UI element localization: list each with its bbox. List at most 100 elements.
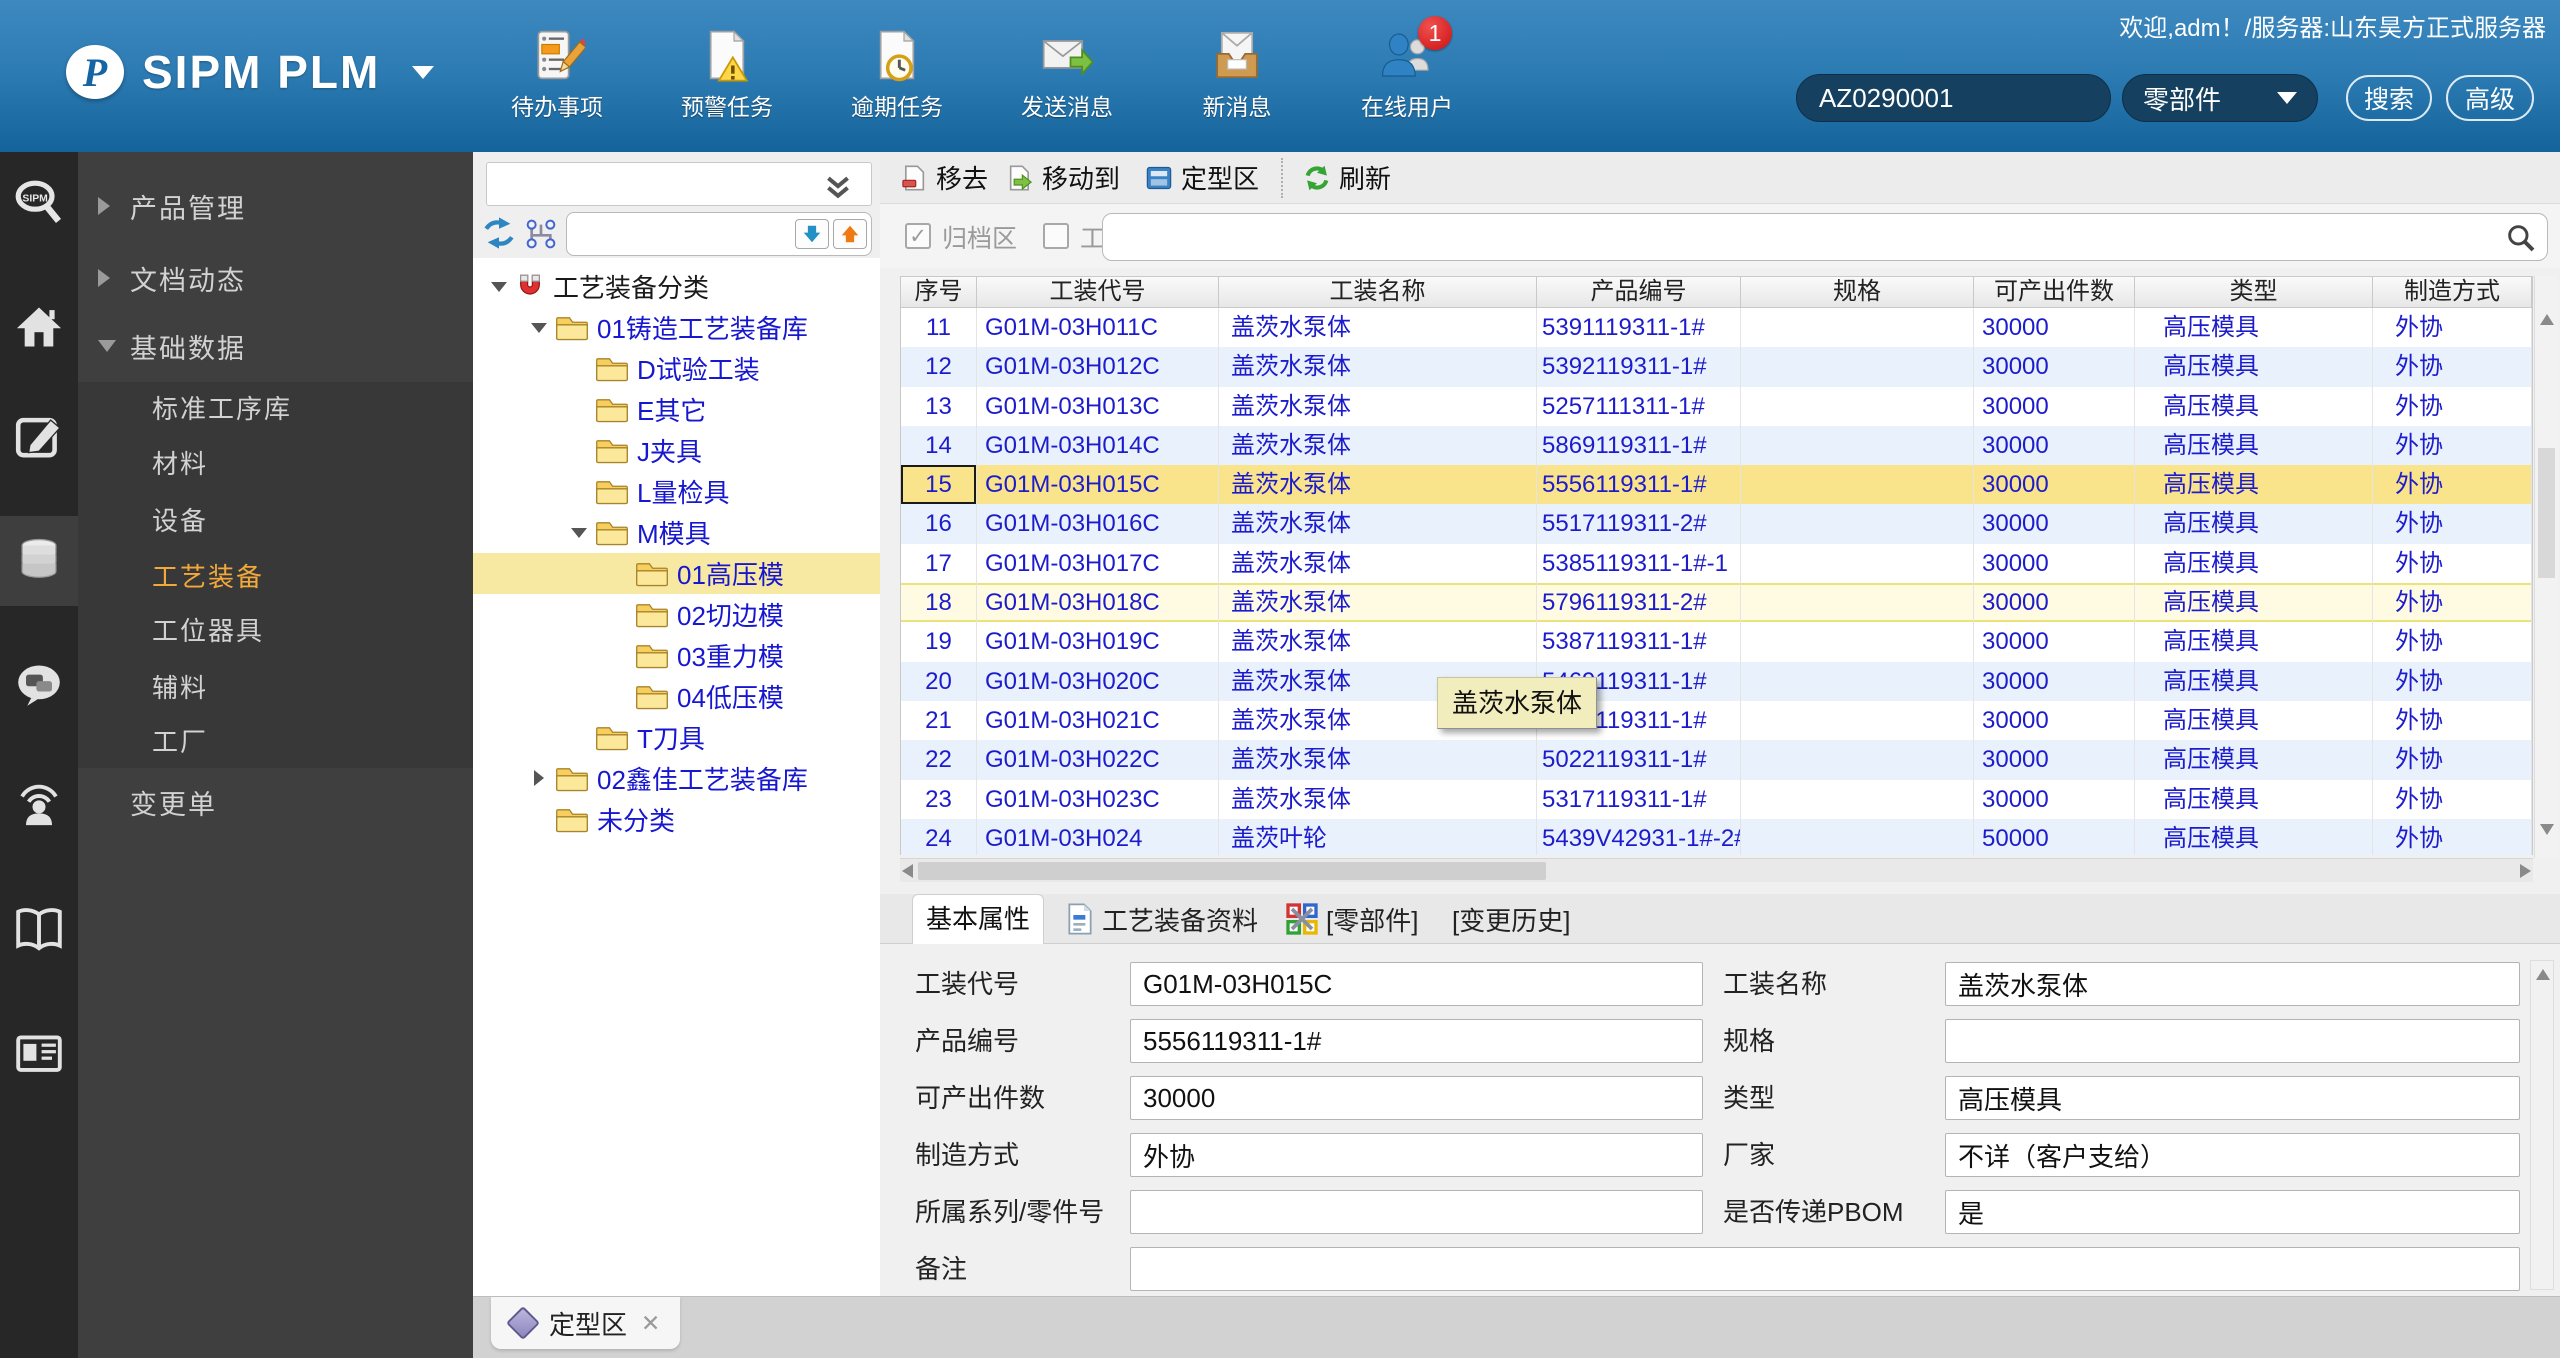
tree-filter-input[interactable] (577, 215, 767, 251)
series-part-no-field[interactable] (1130, 1190, 1703, 1234)
tree-node[interactable]: D试验工装 (473, 348, 880, 389)
move-to-button[interactable]: 移动到 (1006, 159, 1120, 196)
column-header[interactable]: 序号 (901, 277, 977, 307)
table-row[interactable]: 13 G01M-03H013C 盖茨水泵体 5257111311-1# 3000… (901, 386, 2532, 426)
column-header[interactable]: 工装代号 (977, 277, 1219, 307)
search-button[interactable]: 搜索 (2346, 75, 2432, 121)
sidebar-item-equipment[interactable]: 设备 (78, 497, 473, 541)
tree-expander-icon[interactable] (607, 602, 633, 628)
search-category-select[interactable]: 零部件 (2122, 74, 2318, 122)
global-search-input[interactable] (1796, 74, 2111, 122)
online-users-button[interactable]: 1 在线用户 (1322, 16, 1492, 122)
column-header[interactable]: 类型 (2135, 277, 2373, 307)
sidebar-item-change-order[interactable]: 变更单 (78, 780, 473, 824)
sidebar-item-factory[interactable]: 工厂 (78, 718, 473, 762)
table-row[interactable]: 16 G01M-03H016C 盖茨水泵体 5517119311-2# 3000… (901, 504, 2532, 544)
new-messages-button[interactable]: 新消息 (1152, 24, 1322, 122)
tree-node[interactable]: 工艺装备分类 (473, 266, 880, 307)
tree-expander-icon[interactable] (607, 643, 633, 669)
search-icon[interactable] (2505, 222, 2537, 254)
sidebar-item-document-activity[interactable]: 文档动态 (78, 256, 473, 300)
overdue-tasks-button[interactable]: 逾期任务 (812, 24, 982, 122)
tree-expander-icon[interactable] (487, 274, 513, 300)
table-row[interactable]: 19 G01M-03H019C 盖茨水泵体 5387119311-1# 3000… (901, 622, 2532, 662)
tab-change-history[interactable]: [变更历史] (1452, 894, 1570, 944)
table-vertical-scrollbar[interactable] (2534, 276, 2558, 858)
sidebar-item-station-apparatus[interactable]: 工位器具 (78, 607, 473, 651)
tree-node[interactable]: E其它 (473, 389, 880, 430)
table-row[interactable]: 11 G01M-03H011C 盖茨水泵体 5391119311-1# 3000… (901, 308, 2532, 348)
rail-home-button[interactable] (0, 282, 78, 372)
horizontal-scroll-thumb[interactable] (918, 862, 1546, 880)
column-header[interactable]: 规格 (1741, 277, 1974, 307)
tree-expander-icon[interactable] (527, 807, 553, 833)
fixed-zone-button[interactable]: 定型区 (1145, 159, 1259, 196)
table-search-input[interactable] (1117, 218, 2487, 256)
tree-node[interactable]: 02鑫佳工艺装备库 (473, 758, 880, 799)
tab-basic-properties[interactable]: 基本属性 (912, 894, 1044, 944)
tree-node[interactable]: 01铸造工艺装备库 (473, 307, 880, 348)
column-header[interactable]: 可产出件数 (1974, 277, 2135, 307)
warning-tasks-button[interactable]: 预警任务 (642, 24, 812, 122)
close-icon[interactable]: ✕ (641, 1310, 660, 1337)
tree-collapse-bar[interactable] (486, 162, 872, 206)
fixed-zone-tab[interactable]: 定型区 ✕ (491, 1297, 681, 1349)
tree-expander-icon[interactable] (607, 684, 633, 710)
tree-search-down-button[interactable] (795, 219, 829, 249)
refresh-button[interactable]: 刷新 (1303, 159, 1391, 196)
app-logo[interactable]: P SIPM PLM (66, 40, 435, 104)
column-header[interactable]: 产品编号 (1537, 277, 1741, 307)
tree-hierarchy-button[interactable] (525, 218, 557, 255)
scroll-up-icon[interactable] (2536, 969, 2550, 980)
table-row[interactable]: 12 G01M-03H012C 盖茨水泵体 5392119311-1# 3000… (901, 347, 2532, 387)
scroll-down-icon[interactable] (2540, 824, 2554, 835)
type-field[interactable] (1945, 1076, 2520, 1120)
chevron-down-icon[interactable] (412, 65, 435, 79)
tree-node[interactable]: 02切边模 (473, 594, 880, 635)
vertical-scroll-thumb[interactable] (2538, 448, 2555, 578)
tree-node[interactable]: 01高压模 (473, 553, 880, 594)
table-row[interactable]: 18 G01M-03H018C 盖茨水泵体 5796119311-2# 3000… (901, 583, 2532, 623)
rail-idcard-button[interactable] (0, 1008, 78, 1098)
tree-node[interactable]: J夹具 (473, 430, 880, 471)
column-header[interactable]: 制造方式 (2373, 277, 2532, 307)
send-message-button[interactable]: 发送消息 (982, 24, 1152, 122)
table-row[interactable]: 14 G01M-03H014C 盖茨水泵体 5869119311-1# 3000… (901, 425, 2532, 466)
tree-node[interactable]: 未分类 (473, 799, 880, 840)
manufacturer-field[interactable] (1945, 1133, 2520, 1177)
remove-button[interactable]: 移去 (900, 159, 988, 196)
rail-database-button[interactable] (0, 516, 78, 606)
rail-subscribe-button[interactable] (0, 758, 78, 848)
rail-library-button[interactable] (0, 885, 78, 975)
table-row[interactable]: 22 G01M-03H022C 盖茨水泵体 5022119311-1# 3000… (901, 740, 2532, 780)
product-no-field[interactable] (1130, 1019, 1703, 1063)
spec-field[interactable] (1945, 1019, 2520, 1063)
tree-refresh-button[interactable] (481, 216, 517, 255)
tree-node[interactable]: 04低压模 (473, 676, 880, 717)
tooling-name-field[interactable] (1945, 962, 2520, 1006)
sidebar-item-auxiliary-material[interactable]: 辅料 (78, 664, 473, 708)
tree-expander-icon[interactable] (567, 725, 593, 751)
tree-expander-icon[interactable] (567, 438, 593, 464)
work-zone-checkbox[interactable] (1043, 223, 1069, 249)
mfg-mode-field[interactable] (1130, 1133, 1703, 1177)
tree-expander-icon[interactable] (567, 356, 593, 382)
output-qty-field[interactable] (1130, 1076, 1703, 1120)
scroll-left-icon[interactable] (902, 864, 913, 878)
table-horizontal-scrollbar[interactable] (900, 858, 2533, 882)
tree-expander-icon[interactable] (527, 315, 553, 341)
column-header[interactable]: 工装名称 (1219, 277, 1537, 307)
tree-node[interactable]: T刀具 (473, 717, 880, 758)
tree-node[interactable]: 03重力模 (473, 635, 880, 676)
rail-compose-button[interactable] (0, 392, 78, 482)
tab-tooling-documents[interactable]: 工艺装备资料 (1066, 894, 1258, 944)
tree-expander-icon[interactable] (567, 479, 593, 505)
table-row[interactable]: 17 G01M-03H017C 盖茨水泵体 5385119311-1#-1 30… (901, 543, 2532, 584)
table-row[interactable]: 21 G01M-03H021C 盖茨水泵体 5388119311-1# 3000… (901, 700, 2532, 741)
table-row[interactable]: 20 G01M-03H020C 盖茨水泵体 5469119311-1# 3000… (901, 661, 2532, 701)
rail-messages-button[interactable] (0, 640, 78, 730)
scroll-right-icon[interactable] (2520, 864, 2531, 878)
sidebar-item-process-tooling[interactable]: 工艺装备 (78, 553, 473, 597)
pbom-field[interactable] (1945, 1190, 2520, 1234)
remark-field[interactable] (1130, 1247, 2520, 1291)
